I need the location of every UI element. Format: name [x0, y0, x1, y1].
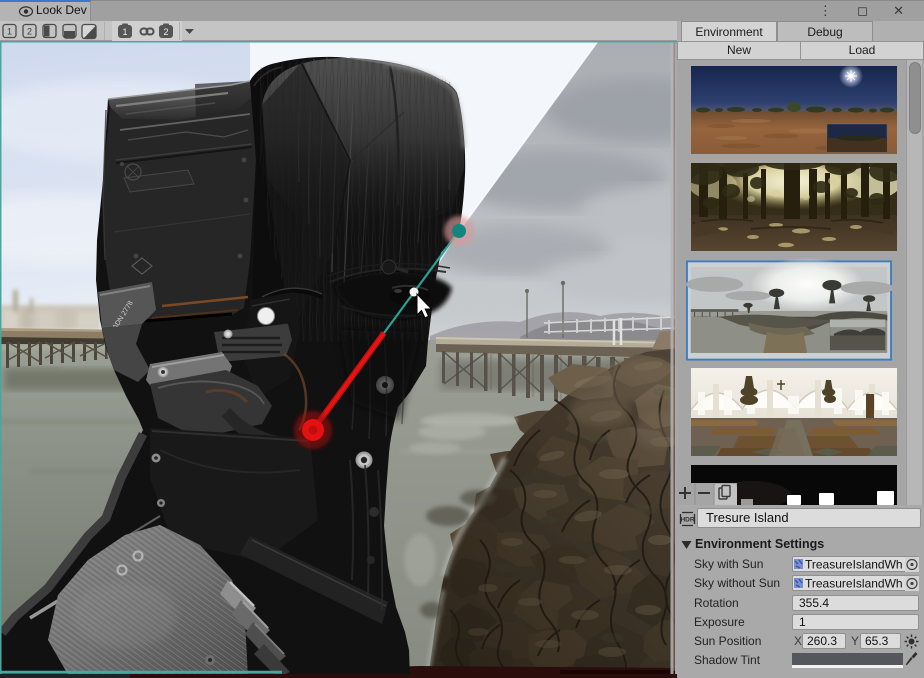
- svg-text:HDR: HDR: [680, 517, 694, 524]
- svg-text:TreasureIslandWh: TreasureIslandWh: [805, 558, 903, 572]
- svg-text:TreasureIslandWh: TreasureIslandWh: [805, 577, 903, 591]
- svg-text:1: 1: [122, 27, 127, 37]
- svg-text:2: 2: [163, 27, 168, 37]
- svg-text:1: 1: [7, 27, 12, 37]
- svg-text:2: 2: [27, 27, 32, 37]
